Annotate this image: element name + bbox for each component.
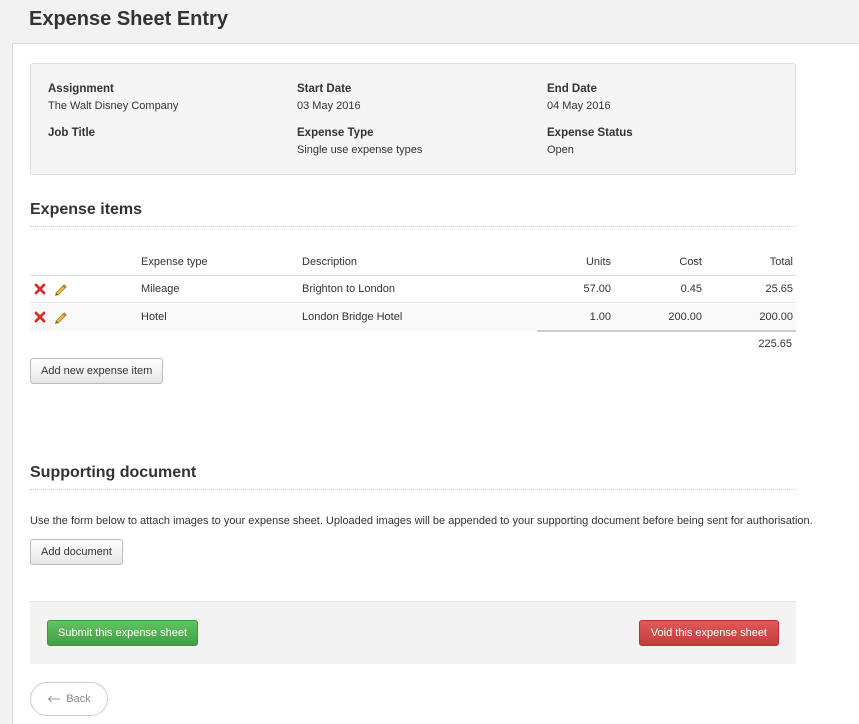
expense-status-field: Expense Status Open	[547, 127, 633, 156]
back-button[interactable]: Back	[30, 682, 108, 716]
expense-status-value: Open	[547, 144, 574, 156]
expense-type-value: Single use expense types	[297, 144, 423, 156]
cost-cell: 200.00	[668, 311, 702, 323]
assignment-value: The Walt Disney Company	[48, 100, 179, 112]
column-header-description: Description	[302, 256, 358, 268]
total-cell: 25.65	[765, 283, 793, 295]
assignment-label: Assignment	[48, 83, 114, 95]
supporting-document-description: Use the form below to attach images to y…	[30, 515, 813, 527]
expense-items-title: Expense items	[30, 201, 143, 218]
page-title: Expense Sheet Entry	[29, 8, 228, 30]
start-date-field: Start Date 03 May 2016	[297, 83, 361, 112]
void-expense-sheet-button[interactable]: Void this expense sheet	[638, 620, 779, 646]
end-date-value: 04 May 2016	[547, 100, 611, 112]
add-document-button[interactable]: Add document	[30, 539, 123, 565]
back-button-label: Back	[66, 693, 91, 705]
table-header-row: Expense type Description Units Cost Tota…	[30, 250, 796, 276]
end-date-field: End Date 04 May 2016	[547, 83, 611, 112]
arrow-left-icon	[47, 695, 61, 703]
supporting-document-title: Supporting document	[30, 464, 197, 481]
units-cell: 57.00	[583, 283, 611, 295]
end-date-label: End Date	[547, 83, 597, 95]
expense-type-cell: Hotel	[141, 311, 167, 323]
expense-info-panel: Assignment The Walt Disney Company Start…	[30, 63, 796, 175]
delete-icon[interactable]	[34, 311, 46, 323]
add-expense-item-button[interactable]: Add new expense item	[30, 358, 164, 384]
column-header-total: Total	[769, 256, 793, 268]
assignment-field: Assignment The Walt Disney Company	[48, 83, 178, 112]
table-row: Mileage Brighton to London 57.00 0.45 25…	[30, 276, 796, 303]
expense-type-cell: Mileage	[141, 283, 180, 295]
table-row: Hotel London Bridge Hotel 1.00 200.00 20…	[30, 304, 796, 331]
pencil-icon[interactable]	[53, 310, 67, 324]
description-cell: Brighton to London	[302, 283, 395, 295]
job-title-field: Job Title	[48, 127, 95, 144]
expense-type-label: Expense Type	[297, 127, 374, 139]
column-header-expense-type: Expense type	[141, 256, 208, 268]
start-date-label: Start Date	[297, 83, 352, 95]
expense-status-label: Expense Status	[547, 127, 633, 139]
cost-cell: 0.45	[680, 283, 702, 295]
sum-divider	[537, 330, 796, 332]
action-bar: Submit this expense sheet Void this expe…	[30, 601, 796, 664]
grand-total: 225.65	[758, 338, 792, 350]
start-date-value: 03 May 2016	[297, 100, 361, 112]
pencil-icon[interactable]	[53, 282, 67, 296]
page-header: Expense Sheet Entry	[0, 0, 859, 44]
column-header-cost: Cost	[679, 256, 702, 268]
section-divider	[30, 226, 796, 227]
total-cell: 200.00	[759, 311, 793, 323]
expense-type-field: Expense Type Single use expense types	[297, 127, 422, 156]
submit-expense-sheet-button[interactable]: Submit this expense sheet	[47, 620, 199, 646]
main-content: Assignment The Walt Disney Company Start…	[12, 43, 859, 724]
section-divider	[30, 489, 796, 490]
column-header-units: Units	[585, 256, 611, 268]
units-cell: 1.00	[589, 311, 611, 323]
delete-icon[interactable]	[34, 283, 46, 295]
job-title-label: Job Title	[48, 127, 96, 139]
description-cell: London Bridge Hotel	[302, 311, 403, 323]
